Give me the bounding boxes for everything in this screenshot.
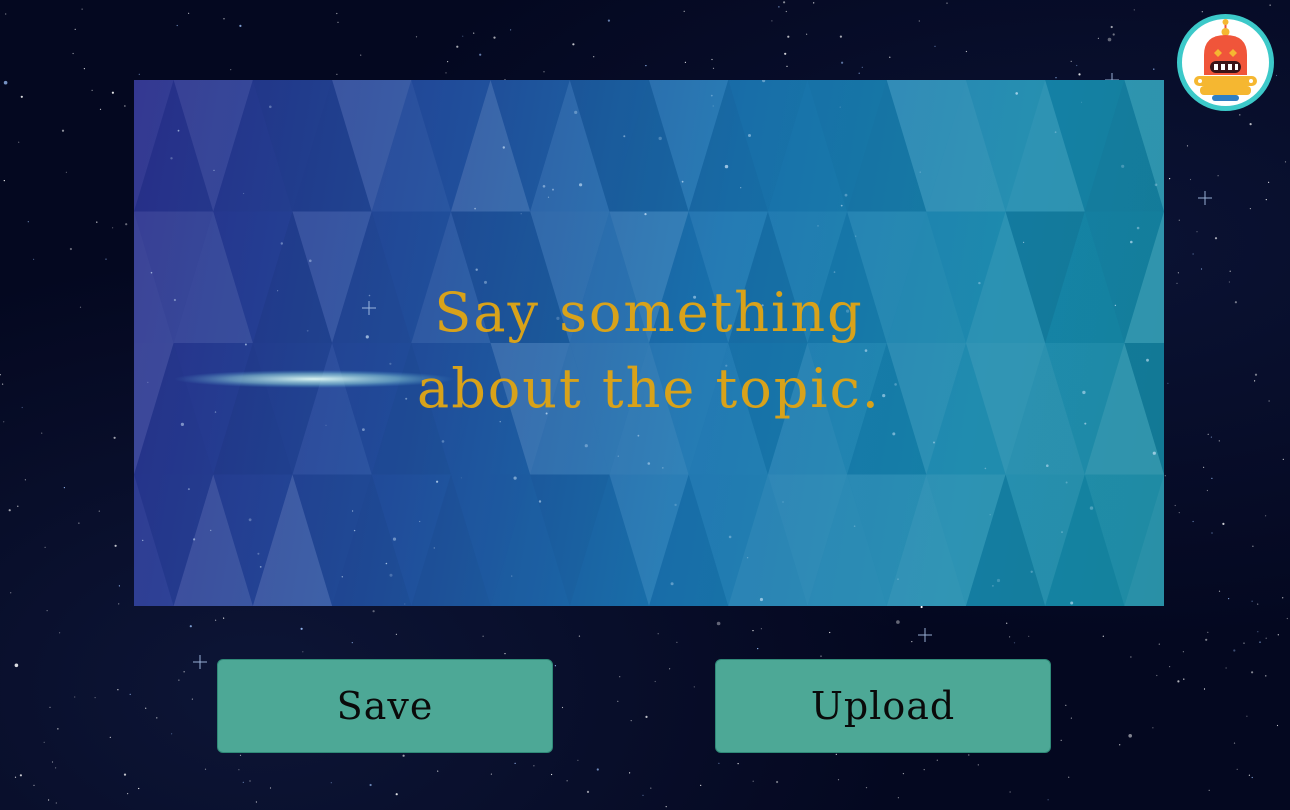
prompt-line-1: Say something [434,281,864,344]
robot-avatar[interactable] [1176,13,1275,112]
app-screen: Say something about the topic. Save Uplo… [0,0,1290,810]
prompt-line-2: about the topic. [417,357,881,420]
robot-icon [1177,14,1274,111]
topic-panel: Say something about the topic. [134,80,1164,606]
save-button[interactable]: Save [217,659,553,753]
topic-prompt: Say something about the topic. [134,275,1164,427]
upload-button[interactable]: Upload [715,659,1051,753]
